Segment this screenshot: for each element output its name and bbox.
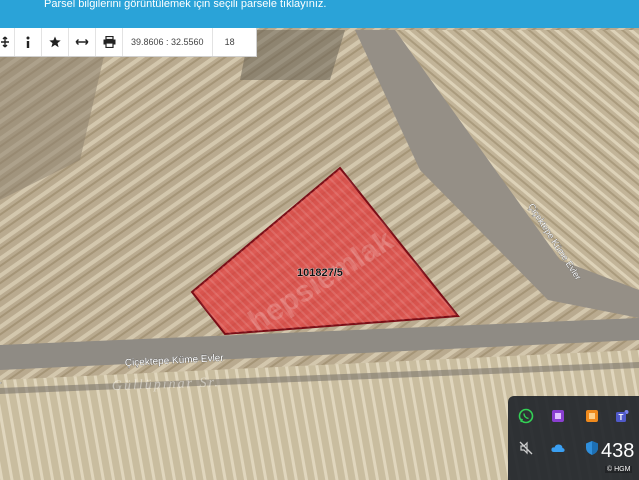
cloud-icon[interactable] [550, 440, 566, 456]
favorite-button[interactable] [42, 28, 69, 56]
info-banner: Parsel bilgilerini görüntülemek için seç… [0, 0, 639, 28]
info-icon [26, 36, 30, 48]
map-attribution: © HGM [605, 466, 633, 473]
security-icon[interactable] [584, 440, 600, 456]
print-icon [103, 36, 115, 48]
notes-icon[interactable] [550, 408, 566, 424]
svg-text:T: T [619, 413, 624, 422]
star-icon [49, 36, 61, 48]
coordinate-readout: 39.8606 : 32.5560 [123, 28, 213, 56]
print-button[interactable] [96, 28, 123, 56]
measure-button[interactable] [69, 28, 96, 56]
teams-icon[interactable]: T [615, 408, 631, 424]
banner-text: Parsel bilgilerini görüntülemek için seç… [44, 0, 327, 10]
info-button[interactable] [15, 28, 42, 56]
move-button[interactable] [0, 28, 15, 56]
zoom-level: 18 [224, 37, 235, 47]
move-icon [1, 36, 9, 48]
whatsapp-icon[interactable] [518, 408, 534, 424]
map-toolbar: 39.8606 : 32.5560 18 [0, 28, 257, 57]
tray-counter: 438 [601, 440, 635, 462]
measure-icon [75, 39, 89, 45]
no-sound-icon[interactable] [518, 440, 534, 456]
parcel-label[interactable]: 101827/5 [297, 267, 343, 280]
app-orange-icon[interactable] [584, 408, 600, 424]
